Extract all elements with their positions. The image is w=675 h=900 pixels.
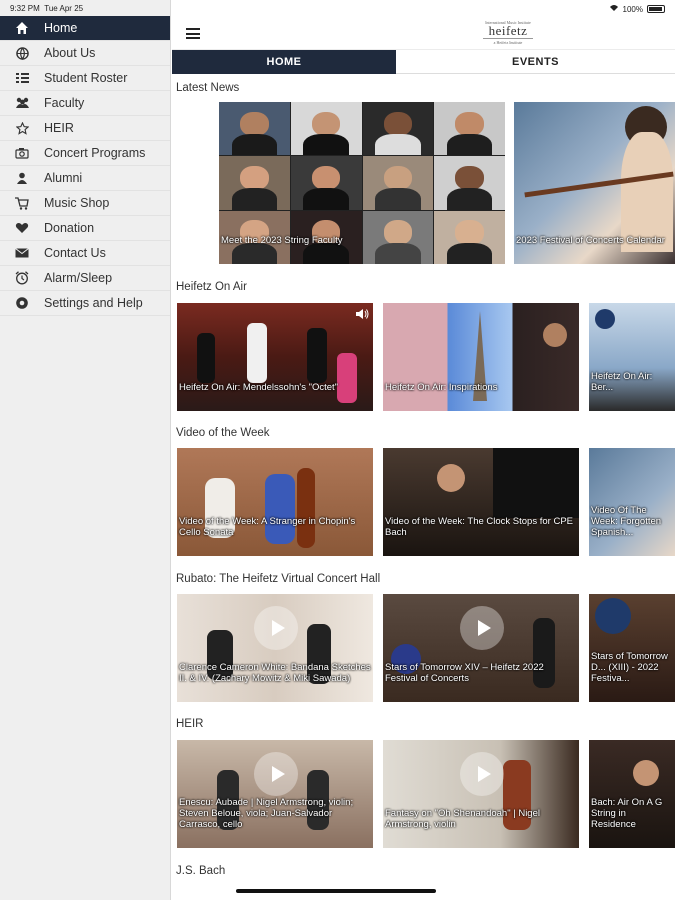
play-icon[interactable]: [254, 752, 298, 796]
heifetz-on-air-row: Heifetz On Air: Mendelssohn's "Octet" He…: [172, 303, 675, 413]
sidebar-item-label: HEIR: [44, 121, 74, 135]
section-title-video-of-the-week: Video of the Week: [176, 427, 270, 439]
video-card[interactable]: Fantasy on "Oh Shenandoah" | Nigel Armst…: [383, 740, 579, 848]
sidebar-item-contact-us[interactable]: Contact Us: [0, 241, 170, 266]
video-card[interactable]: Video of the Week: The Clock Stops for C…: [383, 448, 579, 556]
sidebar-item-donation[interactable]: Donation: [0, 216, 170, 241]
star-icon: [14, 120, 30, 136]
top-bar: International Music Institute heifetz a …: [172, 16, 675, 50]
person-icon: [14, 170, 30, 186]
cart-icon: [14, 195, 30, 211]
card-caption: Meet the 2023 String Faculty: [221, 235, 343, 246]
video-card[interactable]: Clarence Cameron White: Bandana Sketches…: [177, 594, 373, 702]
card-caption: Bach: Air On A G String in Residence: [591, 797, 663, 830]
section-title-js-bach: J.S. Bach: [176, 865, 226, 877]
card-caption: Clarence Cameron White: Bandana Sketches…: [179, 662, 371, 684]
card-caption: Fantasy on "Oh Shenandoah" | Nigel Armst…: [385, 808, 540, 830]
list-icon: [14, 70, 30, 86]
sidebar-item-settings-and-help[interactable]: Settings and Help: [0, 291, 170, 316]
rubato-row: Clarence Cameron White: Bandana Sketches…: [172, 594, 675, 704]
heir-row: Enescu: Aubade | Nigel Armstrong, violin…: [172, 740, 675, 850]
wifi-icon: [609, 4, 619, 14]
home-indicator[interactable]: [236, 889, 436, 893]
sidebar-item-alumni[interactable]: Alumni: [0, 166, 170, 191]
tab-bar: HOME EVENTS: [172, 50, 675, 74]
section-title-heifetz-on-air: Heifetz On Air: [176, 281, 247, 293]
video-card[interactable]: Bach: Air On A G String in Residence: [589, 740, 675, 848]
video-card[interactable]: Stars of Tomorrow D... (XIII) - 2022 Fes…: [589, 594, 675, 702]
status-bar: 9:32 PM Tue Apr 25 100%: [0, 0, 675, 16]
camera-icon: [14, 145, 30, 161]
sidebar-item-label: Settings and Help: [44, 296, 143, 310]
card-caption: Heifetz On Air: Mendelssohn's "Octet": [179, 382, 339, 393]
heifetz-logo: International Music Institute heifetz a …: [477, 20, 539, 46]
tab-events[interactable]: EVENTS: [396, 50, 675, 74]
sidebar-item-heir[interactable]: HEIR: [0, 116, 170, 141]
sidebar-item-about-us[interactable]: About Us: [0, 41, 170, 66]
mail-icon: [14, 245, 30, 261]
video-card[interactable]: Heifetz On Air: Ber...: [589, 303, 675, 411]
play-icon[interactable]: [460, 752, 504, 796]
sidebar-item-home[interactable]: Home: [0, 16, 170, 41]
video-of-the-week-row: Video of the Week: A Stranger in Chopin'…: [172, 448, 675, 558]
video-card[interactable]: Video Of The Week: Forgotten Spanish...: [589, 448, 675, 556]
status-time: 9:32 PM Tue Apr 25: [10, 4, 84, 13]
battery-icon: [647, 5, 665, 13]
section-title-rubato: Rubato: The Heifetz Virtual Concert Hall: [176, 573, 381, 585]
card-caption: Stars of Tomorrow D... (XIII) - 2022 Fes…: [591, 651, 668, 684]
sidebar-item-label: Student Roster: [44, 71, 128, 85]
video-card[interactable]: Stars of Tomorrow XIV – Heifetz 2022 Fes…: [383, 594, 579, 702]
home-icon: [14, 20, 30, 36]
main-content: International Music Institute heifetz a …: [172, 0, 675, 900]
sidebar-item-label: Faculty: [44, 96, 85, 110]
sidebar-item-label: Concert Programs: [44, 146, 146, 160]
news-card[interactable]: Meet the 2023 String Faculty: [219, 102, 505, 264]
settings-icon: [14, 295, 30, 311]
battery-percent: 100%: [622, 4, 643, 14]
alarm-icon: [14, 270, 30, 286]
card-caption: Heifetz On Air: Inspirations: [385, 382, 498, 393]
sidebar-item-label: Contact Us: [44, 246, 106, 260]
video-card[interactable]: Heifetz On Air: Mendelssohn's "Octet": [177, 303, 373, 411]
sidebar-item-music-shop[interactable]: Music Shop: [0, 191, 170, 216]
volume-icon[interactable]: [355, 307, 369, 325]
play-icon[interactable]: [460, 606, 504, 650]
card-caption: Video of the Week: The Clock Stops for C…: [385, 516, 573, 538]
card-caption: Heifetz On Air: Ber...: [591, 371, 653, 393]
group-icon: [14, 95, 30, 111]
sidebar-item-concert-programs[interactable]: Concert Programs: [0, 141, 170, 166]
globe-icon: [14, 45, 30, 61]
video-card[interactable]: Heifetz On Air: Inspirations: [383, 303, 579, 411]
sidebar-item-label: Alarm/Sleep: [44, 271, 113, 285]
section-title-heir: HEIR: [176, 718, 204, 730]
card-caption: 2023 Festival of Concerts Calendar: [516, 235, 665, 246]
latest-news-row: Meet the 2023 String Faculty 2023 Festiv…: [172, 102, 675, 266]
video-card[interactable]: Enescu: Aubade | Nigel Armstrong, violin…: [177, 740, 373, 848]
sidebar-item-label: Alumni: [44, 171, 83, 185]
sidebar: Home About Us Student Roster Faculty HEI…: [0, 0, 171, 900]
section-title-latest-news: Latest News: [176, 82, 240, 94]
sidebar-item-label: Music Shop: [44, 196, 110, 210]
sidebar-item-student-roster[interactable]: Student Roster: [0, 66, 170, 91]
heart-icon: [14, 220, 30, 236]
card-caption: Video of the Week: A Stranger in Chopin'…: [179, 516, 356, 538]
card-caption: Stars of Tomorrow XIV – Heifetz 2022 Fes…: [385, 662, 544, 684]
tab-home[interactable]: HOME: [172, 50, 396, 74]
sidebar-item-label: Home: [44, 21, 78, 35]
sidebar-item-label: Donation: [44, 221, 95, 235]
sidebar-item-alarm-sleep[interactable]: Alarm/Sleep: [0, 266, 170, 291]
play-icon[interactable]: [254, 606, 298, 650]
menu-icon[interactable]: [186, 28, 200, 39]
video-card[interactable]: Video of the Week: A Stranger in Chopin'…: [177, 448, 373, 556]
sidebar-item-faculty[interactable]: Faculty: [0, 91, 170, 116]
news-card[interactable]: 2023 Festival of Concerts Calendar: [514, 102, 675, 264]
card-caption: Video Of The Week: Forgotten Spanish...: [591, 505, 662, 538]
sidebar-item-label: About Us: [44, 46, 96, 60]
status-right: 100%: [609, 4, 665, 14]
card-caption: Enescu: Aubade | Nigel Armstrong, violin…: [179, 797, 354, 830]
